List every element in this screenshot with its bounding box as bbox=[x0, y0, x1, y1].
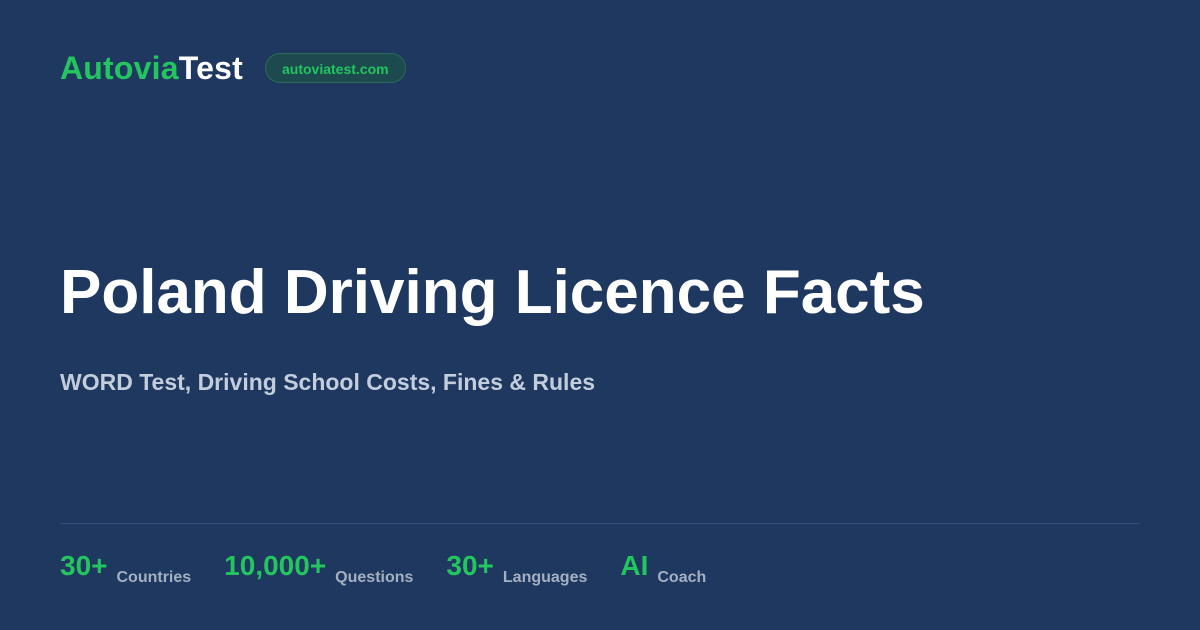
stat-questions: 10,000+ Questions bbox=[224, 548, 414, 586]
stat-value: AI bbox=[620, 550, 649, 581]
logo-accent-text: Autovia bbox=[60, 50, 179, 86]
logo[interactable]: AutoviaTest bbox=[60, 48, 243, 88]
page-title: Poland Driving Licence Facts bbox=[60, 258, 925, 327]
stat-value: 10,000+ bbox=[224, 550, 327, 581]
domain-badge[interactable]: autoviatest.com bbox=[264, 53, 406, 83]
stat-label: Coach bbox=[657, 569, 707, 586]
page-subtitle: WORD Test, Driving School Costs, Fines &… bbox=[60, 369, 596, 395]
stat-label: Questions bbox=[335, 569, 414, 586]
stat-coach: AI Coach bbox=[620, 548, 707, 586]
stat-value: 30+ bbox=[446, 550, 494, 581]
stat-label: Languages bbox=[502, 569, 588, 586]
brand-header: AutoviaTest autoviatest.com bbox=[60, 48, 406, 88]
stat-languages: 30+ Languages bbox=[446, 548, 588, 586]
logo-plain-text: Test bbox=[178, 50, 243, 86]
stats-row: 30+ Countries 10,000+ Questions 30+ Lang… bbox=[60, 548, 739, 586]
divider bbox=[60, 523, 1140, 524]
stat-value: 30+ bbox=[60, 550, 108, 581]
stat-label: Countries bbox=[116, 569, 192, 586]
stat-countries: 30+ Countries bbox=[60, 548, 192, 586]
